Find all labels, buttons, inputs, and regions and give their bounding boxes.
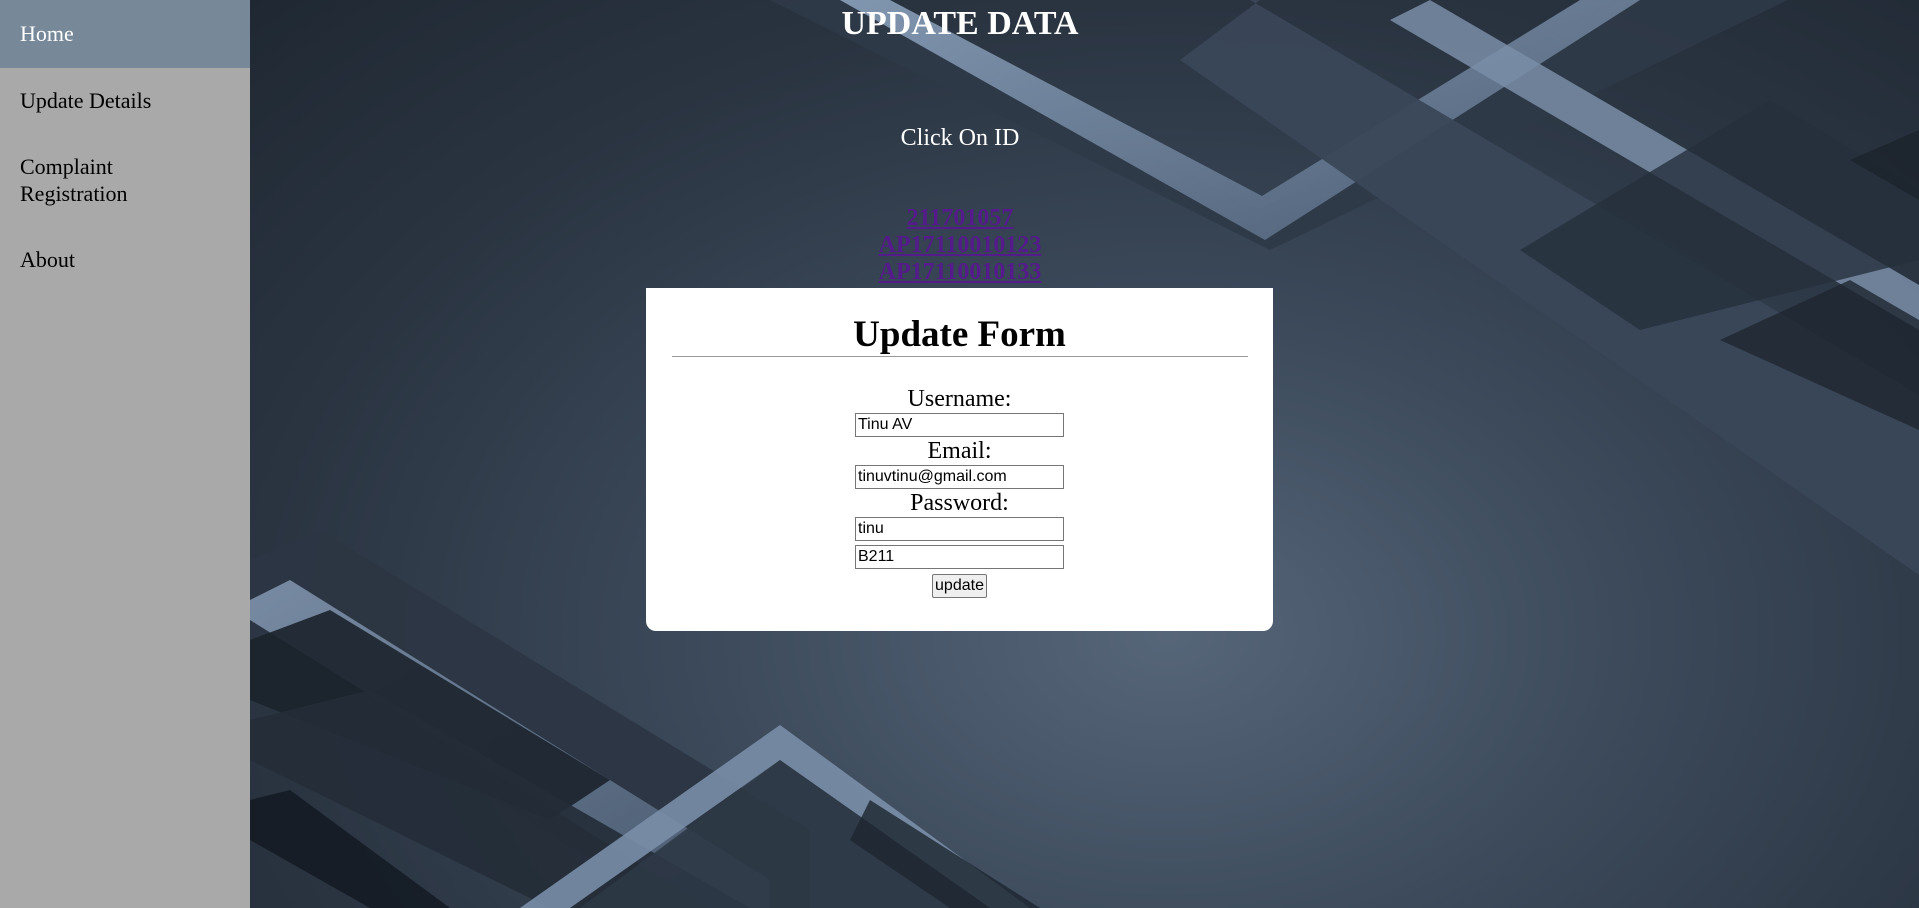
page-title: UPDATE DATA: [841, 5, 1079, 42]
update-button[interactable]: update: [932, 574, 987, 598]
sidebar: Home Update Details Complaint Registrati…: [0, 0, 250, 908]
email-label: Email:: [927, 438, 992, 464]
page: Home Update Details Complaint Registrati…: [0, 0, 1919, 908]
update-form: Update Form Username: Email: Password: u…: [646, 288, 1273, 631]
form-title: Update Form: [853, 314, 1066, 355]
extra-field[interactable]: [855, 545, 1064, 569]
password-field[interactable]: [855, 517, 1064, 541]
email-field[interactable]: [855, 465, 1064, 489]
sidebar-item-about[interactable]: About: [0, 227, 250, 292]
password-label: Password:: [910, 490, 1009, 516]
id-list: 211701057 AP17110010123 AP17110010133: [250, 205, 1670, 286]
sidebar-item-complaint-registration[interactable]: Complaint Registration: [0, 133, 170, 227]
username-label: Username:: [907, 386, 1012, 412]
id-link[interactable]: AP17110010123: [250, 232, 1670, 259]
click-on-id-text: Click On ID: [900, 125, 1020, 151]
sidebar-item-update-details[interactable]: Update Details: [0, 68, 250, 133]
id-link[interactable]: AP17110010133: [250, 259, 1670, 286]
main-content: UPDATE DATA Click On ID 211701057 AP1711…: [250, 0, 1919, 908]
sidebar-item-home[interactable]: Home: [0, 0, 250, 68]
username-field[interactable]: [855, 413, 1064, 437]
id-link[interactable]: 211701057: [250, 205, 1670, 232]
